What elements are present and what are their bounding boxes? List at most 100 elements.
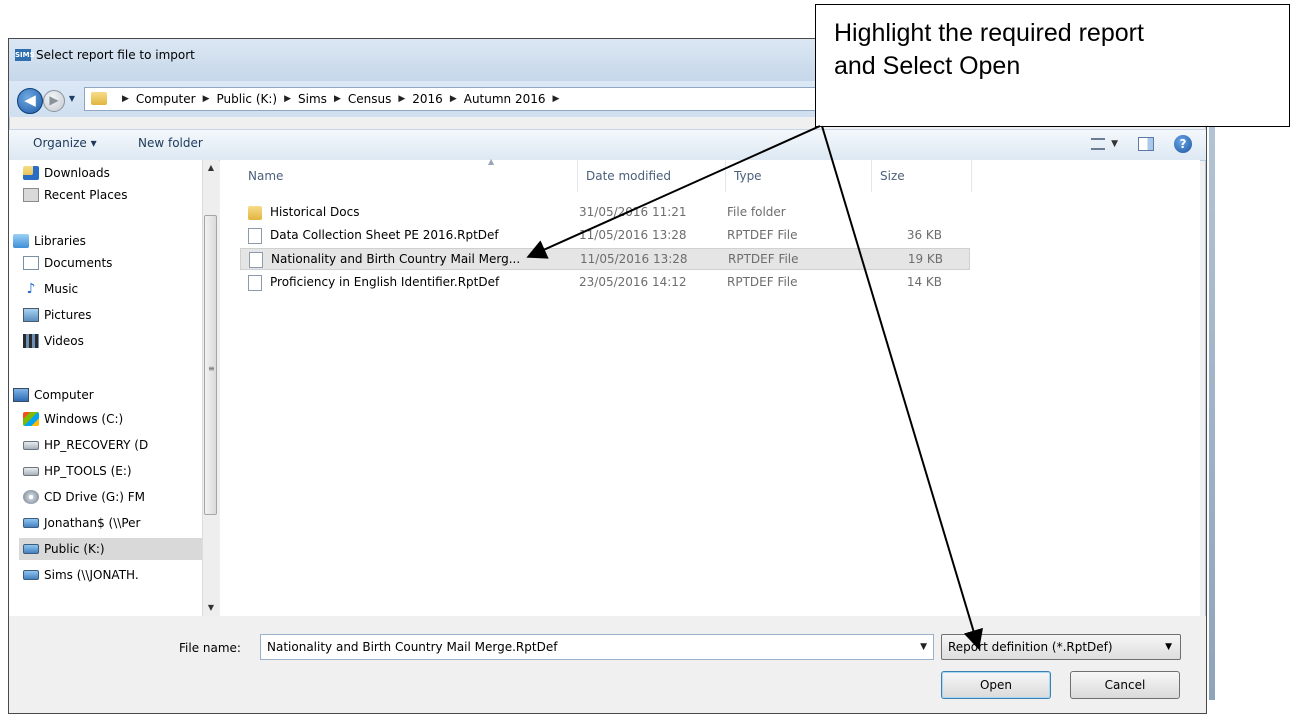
nav-item-label: Libraries [34, 234, 86, 248]
cd-drive-icon [23, 490, 39, 504]
nav-item-label: Pictures [44, 308, 92, 322]
file-name: Data Collection Sheet PE 2016.RptDef [270, 228, 499, 242]
open-button[interactable]: Open [941, 671, 1051, 699]
file-type: RPTDEF File [728, 252, 799, 266]
nav-item-music[interactable]: ♪ Music [23, 278, 211, 300]
drive-icon [23, 440, 39, 450]
computer-icon [13, 388, 29, 402]
breadcrumb-separator-icon[interactable]: ▶ [203, 94, 210, 104]
breadcrumb-public[interactable]: Public (K:) [217, 92, 278, 106]
file-name-dropdown-icon[interactable]: ▼ [920, 635, 927, 659]
file-date: 11/05/2016 13:28 [579, 228, 687, 242]
nav-item-label: Windows (C:) [44, 412, 124, 426]
network-drive-icon [23, 518, 39, 528]
file-row-data-collection-sheet[interactable]: Data Collection Sheet PE 2016.RptDef 11/… [240, 225, 970, 247]
file-row-proficiency-english[interactable]: Proficiency in English Identifier.RptDef… [240, 272, 970, 294]
nav-scrollbar[interactable]: ▲ ≡ ▼ [202, 160, 219, 616]
pictures-icon [23, 308, 39, 322]
column-header-size[interactable]: Size [872, 160, 972, 192]
network-drive-icon [23, 570, 39, 580]
view-options-dropdown-icon[interactable]: ▼ [1111, 139, 1118, 149]
scroll-grip-icon: ≡ [208, 364, 215, 373]
folder-icon [248, 206, 262, 220]
nav-item-label: HP_RECOVERY (D [44, 438, 149, 452]
scroll-up-icon[interactable]: ▲ [203, 160, 219, 176]
breadcrumb-2016[interactable]: 2016 [412, 92, 443, 106]
navigation-pane: Downloads Recent Places Libraries Docume… [9, 160, 213, 616]
nav-item-jonathan-share[interactable]: Jonathan$ (\\Per [23, 512, 211, 534]
nav-item-label: Sims (\\JONATH. [44, 568, 139, 582]
document-icon [248, 228, 262, 244]
column-label: Type [734, 169, 762, 183]
address-bar[interactable]: ▶ Computer ▶ Public (K:) ▶ Sims ▶ Census… [84, 87, 829, 111]
breadcrumb-sims[interactable]: Sims [298, 92, 327, 106]
downloads-icon [23, 166, 39, 180]
nav-item-label: Videos [44, 334, 84, 348]
cancel-button[interactable]: Cancel [1070, 671, 1180, 699]
nav-item-pictures[interactable]: Pictures [23, 304, 211, 326]
libraries-icon [13, 234, 29, 248]
file-row-historical-docs[interactable]: Historical Docs 31/05/2016 11:21 File fo… [240, 202, 970, 224]
help-icon[interactable]: ? [1174, 135, 1192, 153]
scroll-thumb[interactable]: ≡ [204, 215, 217, 515]
file-name-input[interactable]: Nationality and Birth Country Mail Merge… [260, 634, 934, 660]
nav-item-label: Downloads [44, 166, 110, 180]
open-file-dialog: SIMS Select report file to import ◀ ▶ ▼ … [8, 38, 1207, 714]
nav-item-cd-drive[interactable]: CD Drive (G:) FM [23, 486, 211, 508]
breadcrumb-autumn-2016[interactable]: Autumn 2016 [464, 92, 546, 106]
nav-item-computer[interactable]: Computer [13, 384, 201, 406]
nav-item-label: Music [44, 282, 79, 296]
organize-button[interactable]: Organize ▾ [33, 136, 97, 150]
nav-item-hp-tools[interactable]: HP_TOOLS (E:) [23, 460, 211, 482]
videos-icon [23, 334, 39, 348]
column-label: Date modified [586, 169, 672, 183]
file-size: 19 KB [907, 252, 943, 266]
dialog-title: Select report file to import [36, 48, 195, 62]
file-size: 36 KB [906, 228, 942, 242]
column-header-type[interactable]: Type [726, 160, 872, 192]
file-name-label: File name: [179, 641, 241, 655]
nav-item-documents[interactable]: Documents [23, 252, 211, 274]
file-date: 23/05/2016 14:12 [579, 275, 687, 289]
file-date: 31/05/2016 11:21 [579, 205, 687, 219]
breadcrumb-separator-icon[interactable]: ▶ [450, 94, 457, 104]
nav-item-videos[interactable]: Videos [23, 330, 211, 352]
nav-item-libraries[interactable]: Libraries [13, 230, 201, 252]
file-type-value: Report definition (*.RptDef) [948, 640, 1113, 654]
nav-item-recent-places[interactable]: Recent Places [23, 184, 211, 206]
file-row-nationality-mail-merge[interactable]: Nationality and Birth Country Mail Merg.… [240, 248, 970, 270]
forward-button[interactable]: ▶ [43, 90, 65, 112]
new-folder-button[interactable]: New folder [138, 136, 203, 150]
nav-item-public[interactable]: Public (K:) [19, 538, 202, 560]
nav-item-label: HP_TOOLS (E:) [44, 464, 132, 478]
back-button[interactable]: ◀ [17, 88, 43, 114]
nav-item-sims-share[interactable]: Sims (\\JONATH. [23, 564, 211, 586]
file-name-value: Nationality and Birth Country Mail Merge… [267, 640, 558, 654]
change-view-icon[interactable] [1091, 138, 1106, 150]
breadcrumb-separator-icon[interactable]: ▶ [398, 94, 405, 104]
nav-item-label: Computer [34, 388, 94, 402]
dialog-footer: File name: Nationality and Birth Country… [9, 616, 1206, 713]
breadcrumb-separator-icon[interactable]: ▶ [553, 94, 560, 104]
file-list: Name ▲ Date modified Type Size Historical… [220, 157, 1200, 616]
recent-locations-dropdown-icon[interactable]: ▼ [66, 92, 78, 106]
file-type-select[interactable]: Report definition (*.RptDef) ▼ [941, 634, 1181, 660]
nav-item-label: Public (K:) [44, 542, 105, 556]
column-header-name[interactable]: Name ▲ [240, 157, 578, 192]
folder-icon [91, 92, 107, 105]
nav-item-windows-drive[interactable]: Windows (C:) [23, 408, 211, 430]
preview-pane-icon[interactable] [1138, 137, 1154, 151]
scroll-down-icon[interactable]: ▼ [203, 600, 219, 616]
nav-item-label: Documents [44, 256, 113, 270]
breadcrumb-separator-icon[interactable]: ▶ [284, 94, 291, 104]
nav-item-hp-recovery[interactable]: HP_RECOVERY (D [23, 434, 211, 456]
file-name: Nationality and Birth Country Mail Merg.… [271, 252, 521, 266]
breadcrumb-separator-icon[interactable]: ▶ [334, 94, 341, 104]
command-toolbar: Organize ▾ New folder ▼ ? [9, 129, 1206, 161]
breadcrumb-census[interactable]: Census [348, 92, 391, 106]
breadcrumb-separator-icon[interactable]: ▶ [122, 94, 129, 104]
breadcrumb-computer[interactable]: Computer [136, 92, 196, 106]
column-header-date-modified[interactable]: Date modified [578, 160, 726, 192]
nav-item-downloads[interactable]: Downloads [23, 162, 211, 184]
nav-item-label: Recent Places [44, 188, 128, 202]
